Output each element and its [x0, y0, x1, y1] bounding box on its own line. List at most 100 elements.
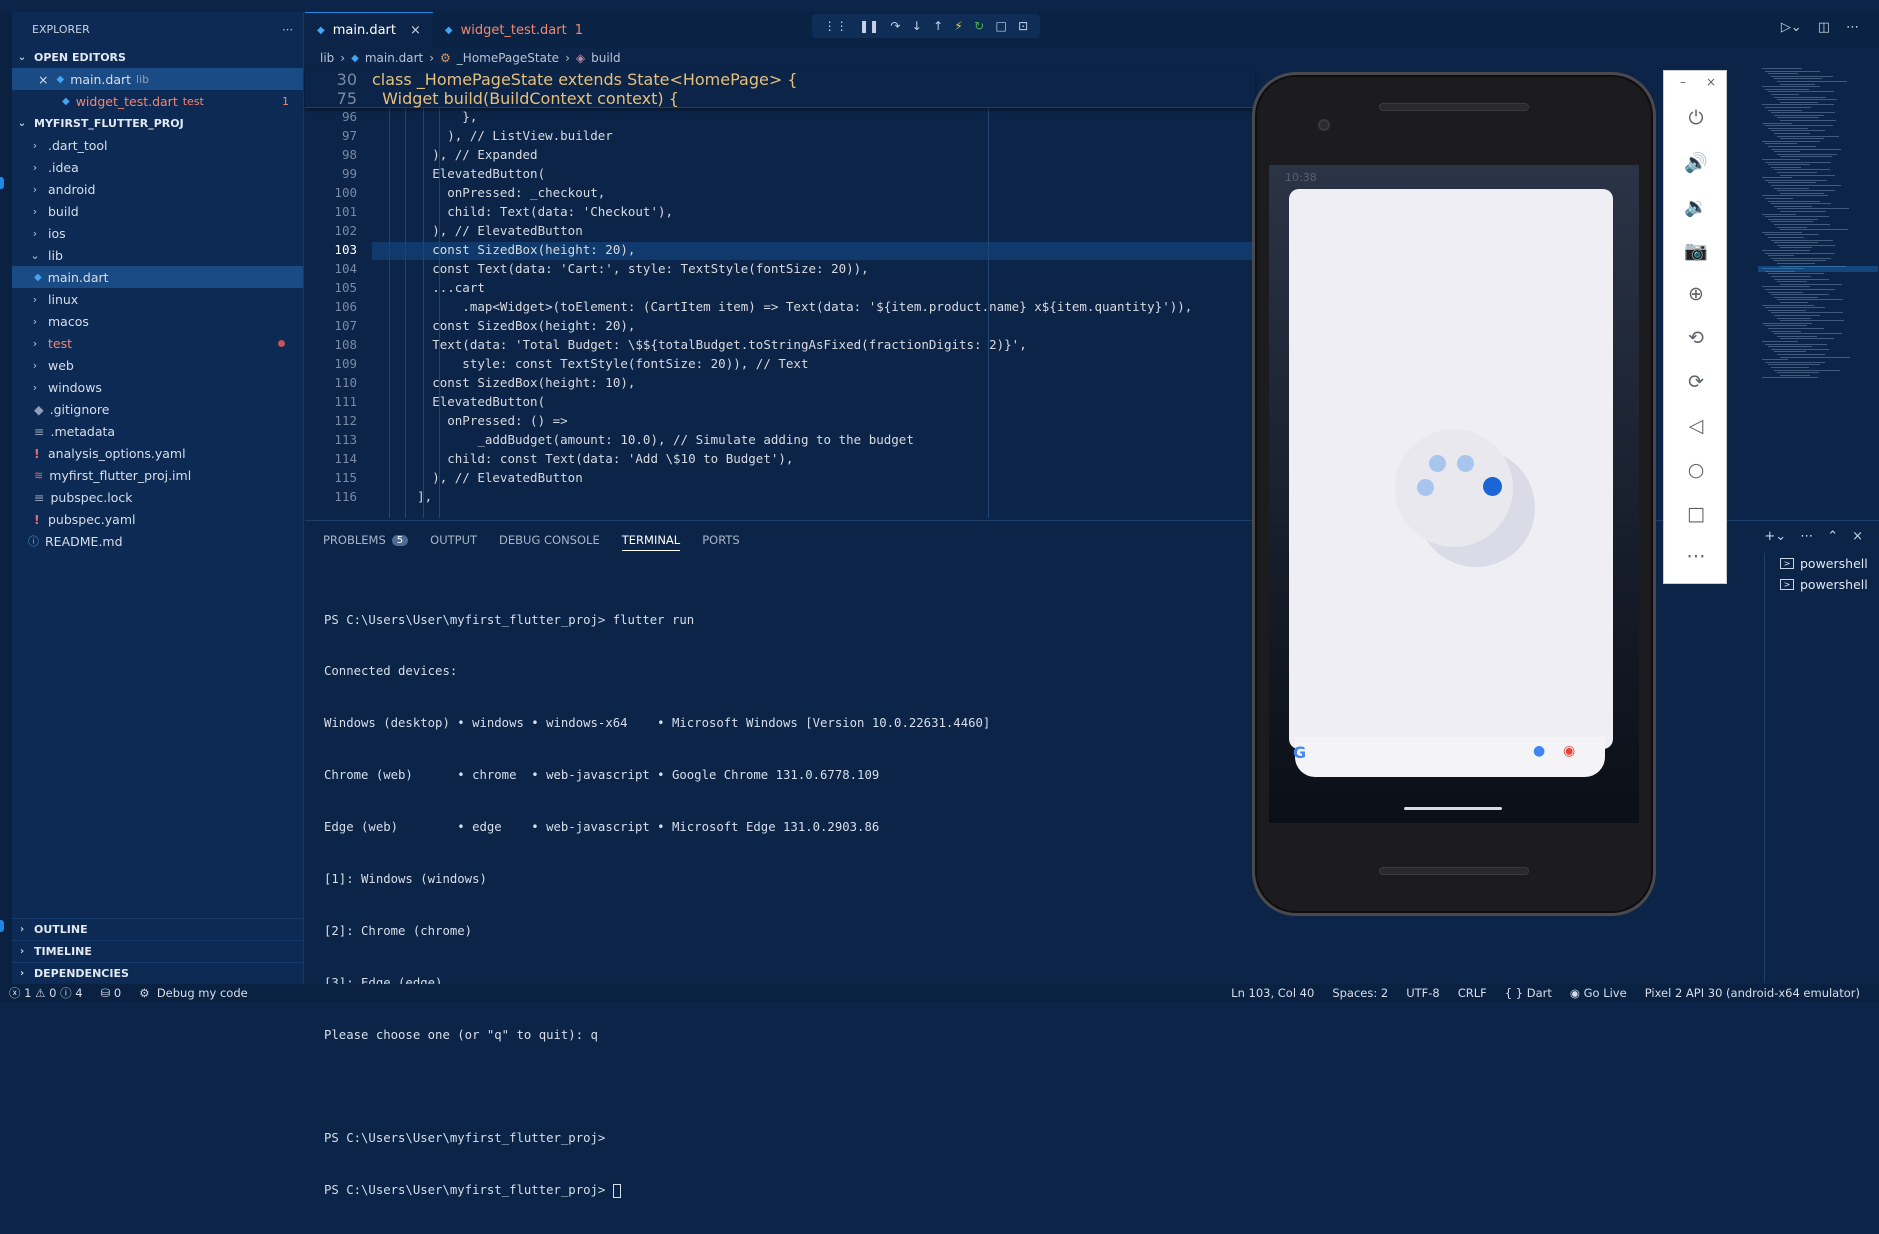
- tree-item-linux[interactable]: › linux: [12, 288, 303, 310]
- go-live[interactable]: ◉ Go Live: [1561, 986, 1636, 1000]
- problems-indicator[interactable]: ⓧ 1 ⚠ 0 ⓘ 4: [0, 985, 92, 1001]
- dependencies-section[interactable]: › DEPENDENCIES: [12, 962, 303, 984]
- chevron-right-icon: ›: [32, 358, 38, 372]
- tree-item-android[interactable]: › android: [12, 178, 303, 200]
- camera-icon[interactable]: 📷: [1664, 239, 1728, 262]
- close-icon[interactable]: ×: [410, 23, 421, 38]
- breadcrumb-file[interactable]: main.dart: [365, 51, 423, 65]
- terminal-instance[interactable]: > powershell: [1770, 553, 1879, 574]
- close-icon[interactable]: ×: [1852, 529, 1863, 544]
- tree-item-gitignore[interactable]: ◆ .gitignore: [12, 398, 303, 420]
- volume-up-icon[interactable]: 🔊: [1664, 151, 1728, 174]
- home-icon[interactable]: ○: [1664, 459, 1728, 481]
- tree-label: windows: [48, 379, 102, 395]
- back-icon[interactable]: ◁: [1664, 415, 1728, 437]
- broadcast-icon: ◉: [1569, 986, 1580, 1000]
- close-icon[interactable]: ×: [38, 72, 48, 87]
- more-icon[interactable]: ⋯: [1664, 545, 1728, 567]
- zoom-in-icon[interactable]: ⊕: [1664, 283, 1728, 305]
- tree-item-ios[interactable]: › ios: [12, 222, 303, 244]
- tree-item-idea[interactable]: › .idea: [12, 156, 303, 178]
- tab-debug-console[interactable]: DEBUG CONSOLE: [499, 529, 600, 551]
- tree-item-dart-tool[interactable]: › .dart_tool: [12, 134, 303, 156]
- ports-indicator[interactable]: ⛁ 0: [92, 986, 131, 1000]
- language-mode[interactable]: { } Dart: [1496, 986, 1561, 1000]
- tree-item-readme[interactable]: ⓘ README.md: [12, 530, 303, 552]
- indentation[interactable]: Spaces: 2: [1323, 986, 1397, 1000]
- tree-item-pubspec-yaml[interactable]: ! pubspec.yaml: [12, 508, 303, 530]
- new-terminal-icon[interactable]: +⌄: [1764, 529, 1786, 544]
- minimap-line: [1762, 195, 1828, 197]
- volume-down-icon[interactable]: 🔉: [1664, 195, 1728, 218]
- open-editors-section[interactable]: ⌄ OPEN EDITORS: [12, 46, 303, 68]
- run-debug-icon[interactable]: ▷⌄: [1781, 20, 1802, 35]
- terminal-instance[interactable]: > powershell: [1770, 574, 1879, 595]
- step-over-icon[interactable]: ↷: [890, 19, 900, 33]
- tree-item-test[interactable]: › test: [12, 332, 303, 354]
- code-editor[interactable]: 95 ); // ListTile96 },97 ), // ListView.…: [305, 68, 1255, 518]
- device-selector[interactable]: Pixel 2 API 30 (android-x64 emulator): [1636, 986, 1869, 1000]
- tree-item-web[interactable]: › web: [12, 354, 303, 376]
- breadcrumb-lib[interactable]: lib: [320, 51, 334, 65]
- open-editor-widget-test[interactable]: ◆ widget_test.dart test 1: [12, 90, 303, 112]
- terminal-line: Edge (web) • edge • web-javascript • Mic…: [324, 820, 880, 835]
- breadcrumb-class[interactable]: _HomePageState: [457, 51, 559, 65]
- tree-item-iml[interactable]: ≋ myfirst_flutter_proj.iml: [12, 464, 303, 486]
- warning-icon: ⚠: [35, 986, 46, 1000]
- lens-icon[interactable]: ◉: [1563, 743, 1575, 759]
- ellipsis-icon[interactable]: ⋯: [1846, 20, 1859, 35]
- project-section[interactable]: ⌄ MYFIRST_FLUTTER_PROJ: [12, 112, 303, 134]
- tree-label: .metadata: [50, 423, 116, 439]
- ellipsis-icon[interactable]: ⋯: [282, 23, 293, 36]
- terminal-output[interactable]: PS C:\Users\User\myfirst_flutter_proj> f…: [324, 577, 990, 1234]
- open-editor-main-dart[interactable]: × ◆ main.dart lib: [12, 68, 303, 90]
- timeline-section[interactable]: › TIMELINE: [12, 940, 303, 962]
- minimap-slider[interactable]: [1758, 266, 1878, 272]
- tree-item-main-dart[interactable]: ◆ main.dart: [12, 266, 303, 288]
- minimap-line: [1774, 242, 1818, 244]
- power-icon[interactable]: ⏻: [1664, 107, 1728, 129]
- tree-item-lib[interactable]: ⌄ lib: [12, 244, 303, 266]
- home-gesture-bar[interactable]: [1404, 807, 1502, 810]
- line-ending[interactable]: CRLF: [1449, 986, 1496, 1000]
- overview-icon[interactable]: □: [1664, 503, 1728, 525]
- tree-item-pubspec-lock[interactable]: ≡ pubspec.lock: [12, 486, 303, 508]
- restart-icon[interactable]: ↻: [974, 19, 984, 33]
- cursor-position[interactable]: Ln 103, Col 40: [1222, 986, 1323, 1000]
- tree-item-windows[interactable]: › windows: [12, 376, 303, 398]
- rotate-right-icon[interactable]: ⟳: [1664, 371, 1728, 393]
- step-into-icon[interactable]: ↓: [912, 19, 922, 33]
- inspector-icon[interactable]: ⊡: [1018, 19, 1028, 33]
- drag-handle-icon[interactable]: ⋮⋮: [824, 19, 848, 33]
- close-icon[interactable]: ×: [1706, 75, 1716, 89]
- chevron-right-icon: ›: [32, 380, 38, 394]
- step-out-icon[interactable]: ↑: [933, 19, 943, 33]
- sticky-scroll[interactable]: 30 class _HomePageState extends State<Hom…: [305, 68, 1255, 108]
- ellipsis-icon[interactable]: ⋯: [1800, 529, 1813, 544]
- tree-item-macos[interactable]: › macos: [12, 310, 303, 332]
- minimize-icon[interactable]: –: [1680, 75, 1686, 89]
- tree-item-metadata[interactable]: ≡ .metadata: [12, 420, 303, 442]
- hot-reload-icon[interactable]: ⚡: [954, 19, 962, 33]
- breadcrumb-method[interactable]: build: [591, 51, 621, 65]
- tab-ports[interactable]: PORTS: [702, 529, 739, 551]
- debug-indicator[interactable]: ⚙ Debug my code: [130, 986, 257, 1000]
- tab-problems[interactable]: PROBLEMS 5: [323, 529, 409, 551]
- tree-item-build[interactable]: › build: [12, 200, 303, 222]
- pause-icon[interactable]: ❚❚: [859, 19, 879, 33]
- stop-icon[interactable]: □: [996, 19, 1007, 33]
- google-search-bar[interactable]: [1295, 737, 1605, 777]
- minimap[interactable]: [1758, 68, 1858, 518]
- tab-output[interactable]: OUTPUT: [430, 529, 477, 551]
- encoding[interactable]: UTF-8: [1397, 986, 1449, 1000]
- maximize-panel-icon[interactable]: ⌃: [1827, 529, 1838, 544]
- tab-main-dart[interactable]: ◆ main.dart ×: [305, 12, 433, 48]
- tab-widget-test[interactable]: ◆ widget_test.dart 1: [433, 12, 595, 48]
- split-editor-icon[interactable]: ◫: [1818, 20, 1830, 35]
- tab-terminal[interactable]: TERMINAL: [621, 529, 681, 551]
- mic-icon[interactable]: ●: [1533, 743, 1545, 759]
- tree-item-analysis-options[interactable]: ! analysis_options.yaml: [12, 442, 303, 464]
- emulator-screen[interactable]: 10:38 G ● ◉: [1269, 165, 1639, 823]
- rotate-left-icon[interactable]: ⟲: [1664, 327, 1728, 349]
- outline-section[interactable]: › OUTLINE: [12, 918, 303, 940]
